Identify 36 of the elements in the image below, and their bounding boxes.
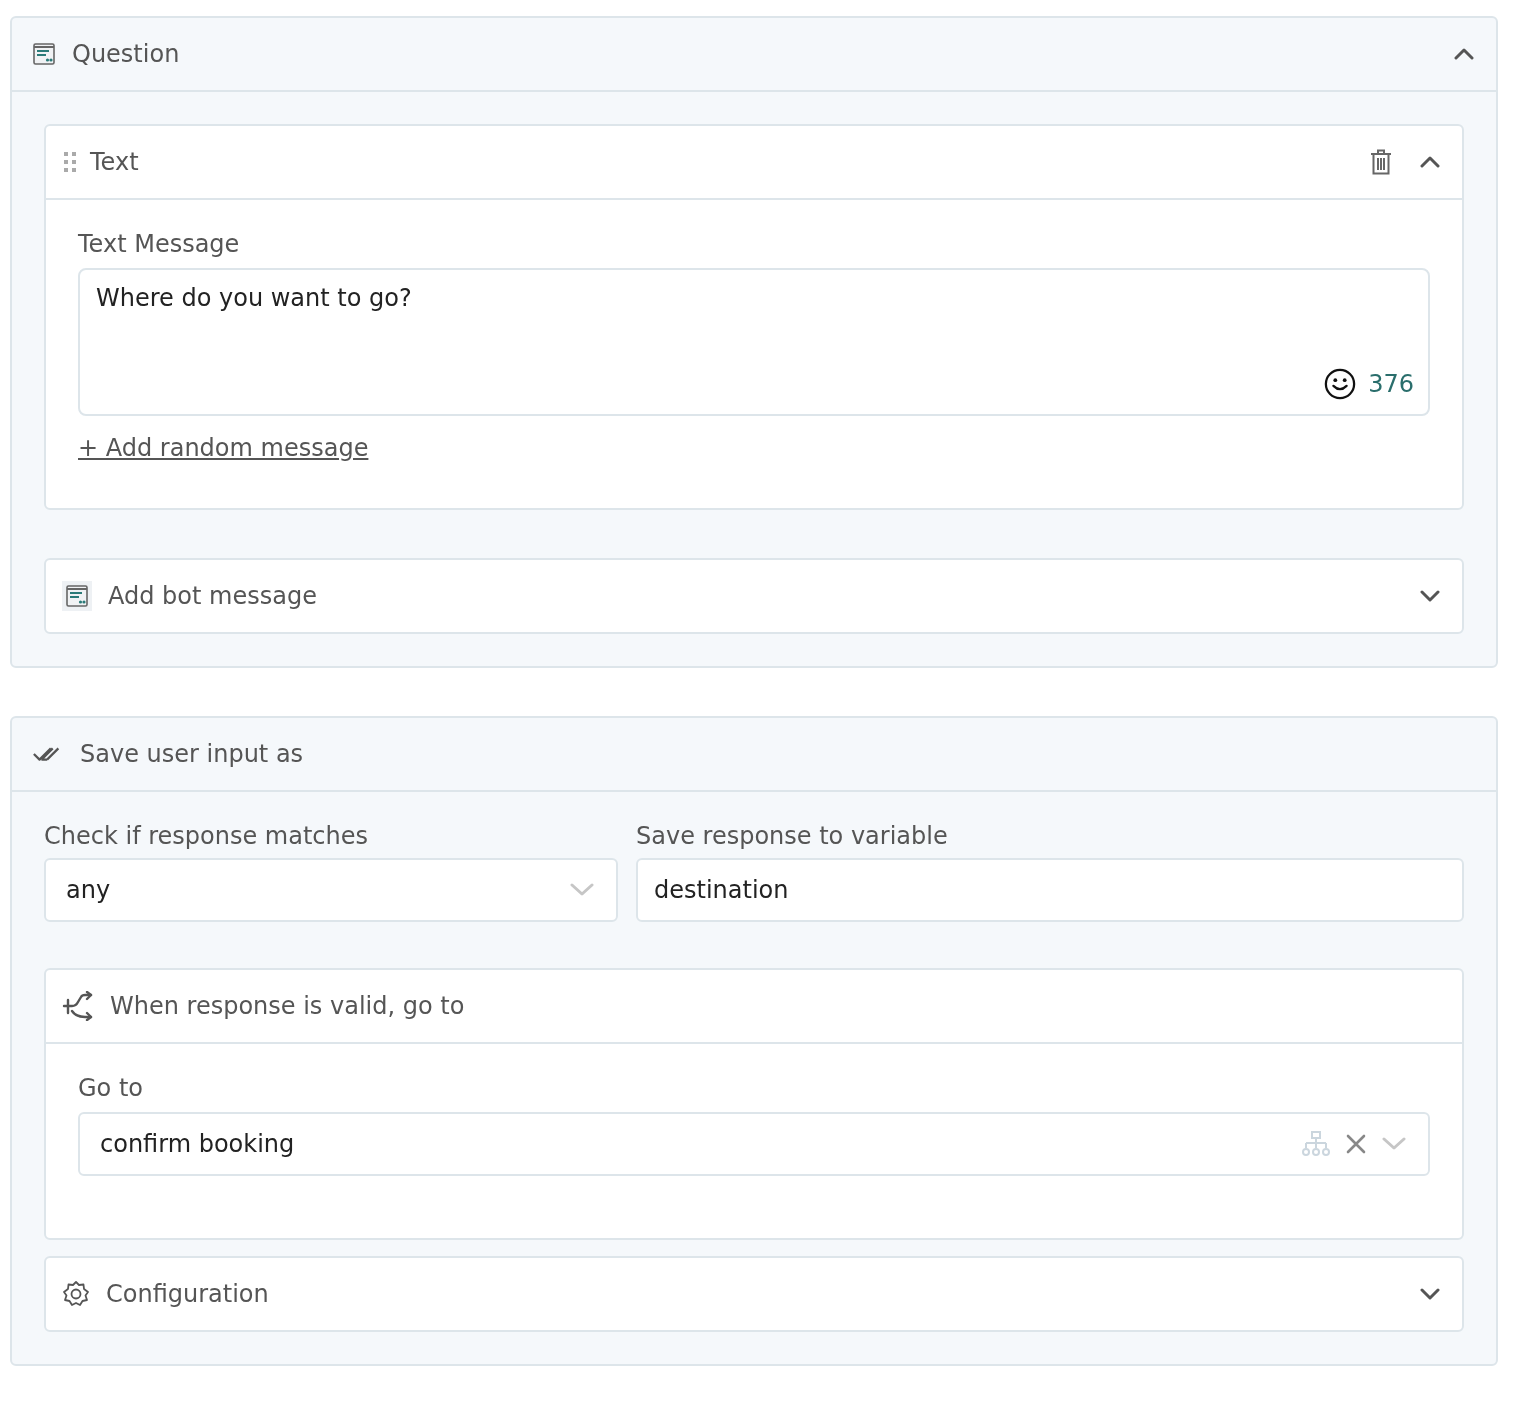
drag-handle-icon — [64, 152, 76, 172]
goto-dropdown[interactable]: confirm booking — [78, 1112, 1430, 1176]
add-random-message-link[interactable]: + Add random message — [78, 434, 369, 462]
character-count: 376 — [1368, 370, 1414, 398]
field-label: Save response to variable — [636, 822, 949, 850]
section-title: Question — [72, 40, 180, 68]
match-dropdown[interactable]: any — [44, 858, 618, 922]
expand-chevron-icon[interactable] — [1420, 590, 1440, 602]
section-header[interactable]: Question — [12, 18, 1496, 92]
collapse-chevron-icon[interactable] — [1454, 48, 1474, 60]
form-icon — [32, 42, 56, 66]
chevron-down-icon — [570, 883, 594, 897]
chevron-down-icon — [1382, 1137, 1406, 1151]
field-label: Check if response matches — [44, 822, 369, 850]
block-title: Text — [90, 148, 139, 176]
expand-chevron-icon[interactable] — [1420, 1288, 1440, 1300]
settings-icon — [62, 1280, 90, 1308]
valid-response-header[interactable]: When response is valid, go to — [46, 970, 1462, 1044]
clear-icon[interactable] — [1346, 1134, 1366, 1154]
configuration-title: Configuration — [106, 1280, 269, 1308]
block-header[interactable]: Text — [46, 126, 1462, 200]
add-bot-message-title: Add bot message — [108, 582, 317, 610]
configuration-header[interactable]: Configuration — [46, 1258, 1462, 1330]
variable-input[interactable]: destination — [636, 858, 1464, 922]
field-label: Go to — [78, 1074, 144, 1102]
add-bot-message-header[interactable]: Add bot message — [46, 560, 1462, 632]
collapse-chevron-icon[interactable] — [1420, 156, 1440, 168]
message-field[interactable]: Where do you want to go? 376 — [78, 268, 1430, 416]
field-label: Text Message — [78, 230, 241, 258]
valid-response-title: When response is valid, go to — [110, 992, 465, 1020]
section-title: Save user input as — [80, 740, 304, 768]
delete-icon[interactable] — [1370, 149, 1392, 175]
smiley-icon — [1324, 368, 1357, 400]
flow-tree-icon — [1302, 1131, 1330, 1157]
form-icon — [62, 581, 92, 611]
route-arrows-icon — [62, 991, 94, 1021]
